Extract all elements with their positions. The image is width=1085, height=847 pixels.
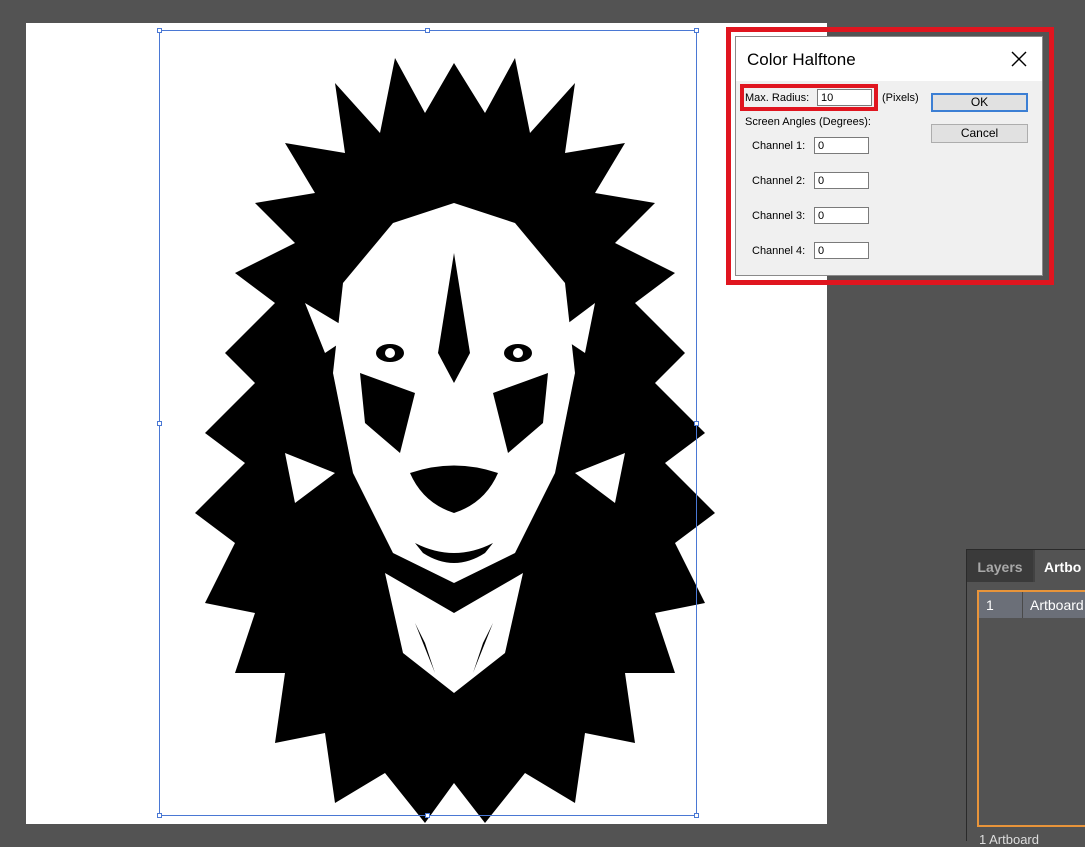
resize-handle-top-right[interactable] (694, 28, 699, 33)
artboards-panel: Layers Artbo 1 Artboard 1 Artboard (966, 549, 1085, 847)
channel-2-input[interactable] (814, 172, 869, 189)
screen-angles-label: Screen Angles (Degrees): (745, 116, 871, 128)
channel-2-label: Channel 2: (752, 175, 806, 187)
dialog-title: Color Halftone (747, 50, 856, 69)
resize-handle-top[interactable] (425, 28, 430, 33)
resize-handle-bottom[interactable] (425, 813, 430, 818)
row-divider (1022, 592, 1023, 618)
resize-handle-bottom-left[interactable] (157, 813, 162, 818)
artboard-row-name[interactable]: Artboard (1030, 597, 1084, 613)
channel-3-label: Channel 3: (752, 210, 806, 222)
resize-handle-bottom-right[interactable] (694, 813, 699, 818)
channel-3-input[interactable] (814, 207, 869, 224)
channel-4-input[interactable] (814, 242, 869, 259)
selection-bounding-box[interactable] (159, 30, 697, 816)
ok-button[interactable]: OK (931, 93, 1028, 112)
panel-tabs: Layers Artbo (967, 550, 1085, 582)
artboard-row-number: 1 (986, 597, 994, 613)
max-radius-highlight (740, 84, 878, 111)
color-halftone-dialog: Color Halftone (735, 36, 1043, 276)
tab-artboards[interactable]: Artbo (1035, 550, 1085, 582)
tab-layers[interactable]: Layers (967, 550, 1033, 582)
resize-handle-right[interactable] (694, 421, 699, 426)
channel-1-input[interactable] (814, 137, 869, 154)
resize-handle-top-left[interactable] (157, 28, 162, 33)
pixels-unit-label: (Pixels) (882, 92, 919, 104)
channel-4-label: Channel 4: (752, 245, 806, 257)
resize-handle-left[interactable] (157, 421, 162, 426)
cancel-button[interactable]: Cancel (931, 124, 1028, 143)
dialog-titlebar[interactable]: Color Halftone (736, 37, 1042, 81)
artboards-list[interactable]: 1 Artboard (977, 590, 1085, 827)
close-icon[interactable] (1010, 50, 1028, 68)
channel-1-label: Channel 1: (752, 140, 806, 152)
artboard-row[interactable]: 1 Artboard (979, 592, 1085, 618)
